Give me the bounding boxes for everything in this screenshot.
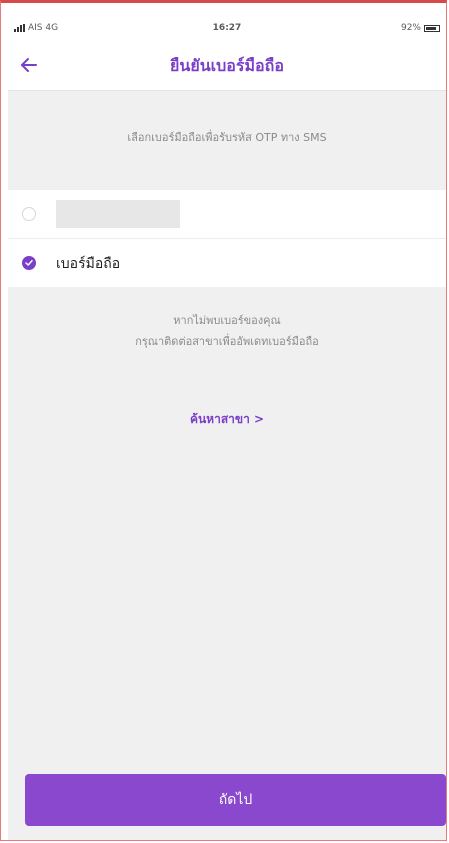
status-time: 16:27: [212, 23, 242, 33]
page-title: ยืนยันเบอร์มือถือ: [170, 56, 284, 75]
notice-line-2: กรุณาติดต่อสาขาเพื่ออัพเดทเบอร์มือถือ: [135, 335, 319, 348]
radio-checked-icon[interactable]: [22, 256, 36, 270]
nav-bar: ยืนยันเบอร์มือถือ: [8, 40, 446, 91]
app-screen: AIS 4G 16:27 92% ยืนยันเบอร์มือถือ เลือก…: [8, 18, 446, 840]
battery-icon: [424, 24, 440, 32]
radio-unchecked-icon[interactable]: [22, 207, 36, 221]
notice-line-1: หากไม่พบเบอร์ของคุณ: [173, 314, 281, 327]
phone-number-options: เบอร์มือถือ: [8, 190, 446, 287]
instruction-text: เลือกเบอร์มือถือเพื่อรับรหัส OTP ทาง SMS: [127, 131, 327, 144]
masked-phone-number: [56, 200, 180, 228]
phone-option-masked[interactable]: [8, 190, 446, 239]
find-branch-link[interactable]: ค้นหาสาขา >: [8, 410, 446, 429]
next-button[interactable]: ถัดไป: [25, 774, 446, 826]
phone-option-mobile[interactable]: เบอร์มือถือ: [8, 239, 446, 287]
option-label: เบอร์มือถือ: [56, 256, 121, 272]
notice-text: หากไม่พบเบอร์ของคุณ กรุณาติดต่อสาขาเพื่อ…: [8, 310, 446, 352]
status-right: 92%: [401, 23, 440, 33]
status-bar: AIS 4G 16:27 92%: [8, 18, 446, 40]
battery-percent: 92%: [400, 23, 421, 33]
